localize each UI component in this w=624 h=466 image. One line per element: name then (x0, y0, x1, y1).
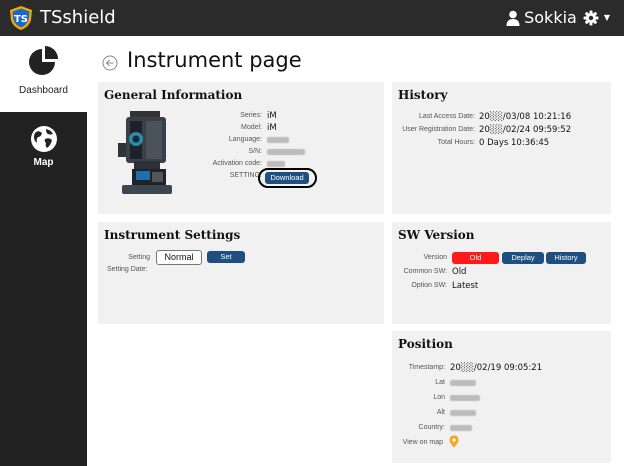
alt-value-redacted (450, 410, 476, 416)
instrument-image (118, 111, 172, 194)
registration-date-label: User Registration Date: (402, 126, 475, 133)
position-panel: Position Timestamp: 20░░/02/19 09:05:21 … (392, 331, 611, 463)
user-icon (506, 10, 520, 26)
country-label: Country: (418, 424, 445, 431)
back-icon[interactable] (102, 55, 118, 71)
sidebar-item-label: Map (33, 157, 54, 168)
general-information-panel: General Information Series: iM Model: iM… (98, 82, 384, 214)
sidebar-item-map[interactable]: Map (0, 120, 87, 180)
pie-chart-icon (29, 46, 58, 75)
download-button[interactable]: Download (265, 172, 309, 184)
activation-code-value-redacted (267, 161, 285, 167)
lat-value-redacted (450, 380, 476, 386)
top-bar: TS TSshield Sokkia ▼ (0, 0, 624, 36)
view-on-map-label: View on map (402, 439, 443, 446)
language-label: Language: (228, 136, 262, 143)
language-value-redacted (267, 137, 289, 143)
registration-date-value: 20░░/02/24 09:59:52 (479, 125, 572, 135)
alt-label: Alt (436, 409, 445, 416)
series-label: Series: (240, 112, 262, 119)
total-hours-label: Total Hours: (437, 139, 475, 146)
panel-title: SW Version (398, 228, 475, 242)
setting-label: Setting (128, 254, 150, 261)
activation-code-label: Activation code: (212, 160, 262, 167)
deplay-button[interactable]: Deplay (502, 252, 544, 264)
total-hours-value: 0 Days 10:36:45 (479, 138, 550, 148)
common-sw-value: Old (452, 267, 467, 277)
globe-icon (31, 126, 57, 152)
user-name: Sokkia (524, 8, 577, 27)
gear-icon[interactable] (583, 10, 599, 26)
user-menu[interactable]: Sokkia ▼ (506, 8, 610, 27)
set-button[interactable]: Set (207, 251, 245, 263)
model-value: iM (267, 123, 277, 133)
sn-label: S/N: (248, 148, 262, 155)
version-label: Version (423, 254, 447, 261)
model-label: Model: (240, 124, 262, 131)
version-old-badge[interactable]: Old (452, 252, 499, 264)
common-sw-label: Common SW: (403, 268, 447, 275)
instrument-settings-panel: Instrument Settings Setting Normal Set S… (98, 222, 384, 324)
sidebar-item-dashboard[interactable]: Dashboard (0, 36, 87, 112)
panel-title: History (398, 88, 448, 102)
setting-select[interactable]: Normal (156, 250, 202, 265)
timestamp-label: Timestamp: (408, 364, 445, 371)
history-button[interactable]: History (546, 252, 586, 264)
panel-title: Position (398, 337, 453, 351)
map-pin-icon[interactable] (449, 435, 459, 448)
app-title: TSshield (40, 7, 116, 28)
lon-label: Lon (433, 394, 445, 401)
setting-label: SETTING: (229, 172, 262, 179)
timestamp-value: 20░░/02/19 09:05:21 (450, 363, 543, 373)
page-title: Instrument page (127, 48, 302, 72)
option-sw-label: Option SW: (411, 282, 447, 289)
sn-value-redacted (267, 149, 305, 155)
panel-title: Instrument Settings (104, 228, 241, 242)
sw-version-panel: SW Version Version Old Deplay History Co… (392, 222, 611, 324)
lat-label: Lat (435, 379, 445, 386)
tsshield-logo-icon: TS (10, 6, 32, 30)
country-value-redacted (450, 425, 472, 431)
panel-title: General Information (104, 88, 243, 102)
option-sw-value: Latest (452, 281, 479, 291)
last-access-value: 20░░/03/08 10:21:16 (479, 112, 572, 122)
svg-text:TS: TS (14, 14, 28, 25)
history-panel: History Last Access Date: 20░░/03/08 10:… (392, 82, 611, 214)
lon-value-redacted (450, 395, 480, 401)
caret-down-icon[interactable]: ▼ (604, 13, 610, 22)
setting-date-label: Setting Date: (107, 266, 148, 273)
sidebar-item-label: Dashboard (19, 85, 68, 96)
series-value: iM (267, 111, 277, 121)
last-access-label: Last Access Date: (418, 113, 475, 120)
sidebar: Dashboard Map (0, 36, 87, 466)
